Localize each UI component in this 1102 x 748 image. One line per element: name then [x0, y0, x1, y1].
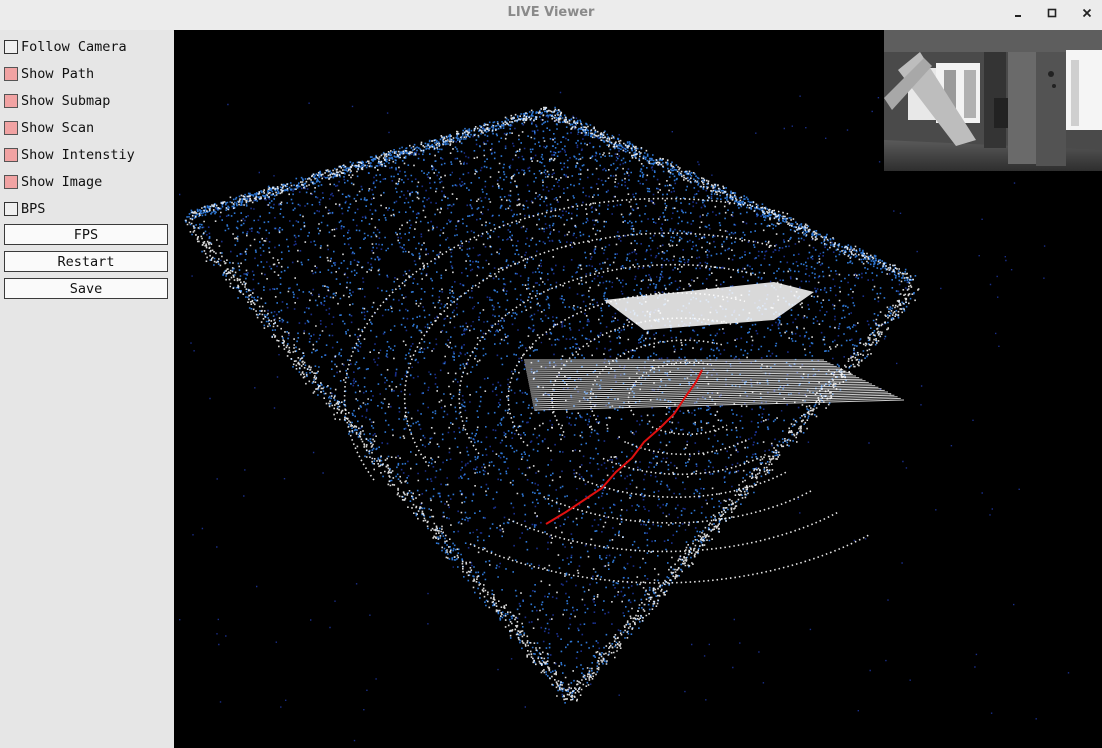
scan-ring	[343, 197, 791, 481]
points-white	[185, 106, 920, 702]
live-viewer-window: LIVE Viewer Follow Camera Show Path Show…	[0, 0, 1102, 748]
maximize-button[interactable]	[1041, 3, 1063, 23]
show-image-checkbox[interactable]: Show Image	[4, 171, 169, 193]
wall-segment	[604, 282, 814, 330]
close-icon	[1082, 8, 1092, 18]
checkbox-label: Show Image	[21, 174, 103, 190]
checkbox-box[interactable]	[4, 40, 18, 54]
point-cloud-points	[179, 90, 1070, 742]
checkbox-label: Show Submap	[21, 93, 111, 109]
checkbox-box[interactable]	[4, 121, 18, 135]
follow-camera-checkbox[interactable]: Follow Camera	[4, 36, 169, 58]
show-intensity-checkbox[interactable]: Show Intenstiy	[4, 144, 169, 166]
points-dark	[179, 90, 1070, 742]
show-scan-checkbox[interactable]: Show Scan	[4, 117, 169, 139]
minimize-icon	[1015, 15, 1021, 17]
bps-checkbox[interactable]: BPS	[4, 198, 169, 220]
scan-fan-line	[525, 365, 837, 369]
title-bar[interactable]: LIVE Viewer	[0, 0, 1102, 31]
checkbox-box[interactable]	[4, 94, 18, 108]
show-path-checkbox[interactable]: Show Path	[4, 63, 169, 85]
checkbox-box[interactable]	[4, 67, 18, 81]
scan-ring	[602, 453, 766, 476]
checkbox-label: Show Scan	[21, 120, 95, 136]
point-cloud-viewport[interactable]	[174, 30, 1102, 748]
restart-button[interactable]: Restart	[4, 251, 168, 272]
checkbox-box[interactable]	[4, 202, 18, 216]
checkbox-label: BPS	[21, 201, 46, 217]
camera-image-preview	[884, 30, 1102, 171]
scan-fan-line	[525, 364, 834, 367]
scan-ring	[469, 533, 871, 584]
checkbox-label: Follow Camera	[21, 39, 127, 55]
show-submap-checkbox[interactable]: Show Submap	[4, 90, 169, 112]
window-title: LIVE Viewer	[507, 5, 595, 20]
checkbox-label: Show Intenstiy	[21, 147, 135, 163]
close-button[interactable]	[1076, 3, 1098, 23]
scan-fan-line	[524, 362, 831, 365]
maximize-icon	[1047, 8, 1057, 18]
camera-image	[884, 30, 1102, 171]
save-button[interactable]: Save	[4, 278, 168, 299]
scan-ring	[403, 232, 774, 467]
fps-button[interactable]: FPS	[4, 224, 168, 245]
checkbox-box[interactable]	[4, 175, 18, 189]
control-panel: Follow Camera Show Path Show Submap Show…	[0, 30, 173, 748]
checkbox-box[interactable]	[4, 148, 18, 162]
scan-fan	[524, 359, 905, 411]
minimize-button[interactable]	[1007, 3, 1029, 23]
checkbox-label: Show Path	[21, 66, 95, 82]
